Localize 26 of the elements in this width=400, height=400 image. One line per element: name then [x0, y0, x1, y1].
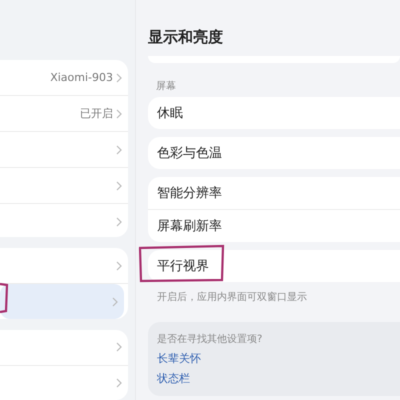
page-title: 显示和亮度 [148, 28, 224, 48]
settings-item[interactable]: 色彩与色温 [148, 137, 400, 169]
suggestion-question: 是否在寻找其他设置项? [157, 332, 264, 346]
chevron-icon [112, 296, 118, 307]
suggestion-link[interactable]: 状态栏 [157, 371, 391, 386]
chevron-icon [116, 378, 122, 388]
suggestion-link[interactable]: 长辈关怀 [157, 351, 391, 366]
settings-item[interactable]: 已开启 [0, 96, 128, 132]
section-label: 屏幕 [156, 80, 177, 93]
settings-item[interactable]: 屏幕刷新率 [148, 210, 400, 242]
settings-item[interactable]: 休眠 [148, 97, 400, 129]
chevron-icon [116, 342, 122, 352]
chevron-icon [116, 180, 122, 190]
chevron-icon [116, 72, 122, 82]
chevron-icon [116, 108, 122, 118]
chevron-icon [116, 260, 122, 271]
chevron-icon [116, 216, 122, 226]
settings-item[interactable]: 智能分辨率 [148, 177, 400, 210]
item-value: Xiaomi-903 [50, 71, 113, 84]
item-value: 已开启 [80, 106, 113, 121]
chevron-icon [116, 144, 122, 154]
settings-item[interactable]: Xiaomi-903 [0, 60, 128, 96]
settings-item[interactable]: 平行视界 [148, 250, 400, 282]
settings-item[interactable] [0, 284, 124, 319]
description-text: 开启后，应用内界面可双窗口显示 [157, 290, 308, 304]
highlight-mark [0, 282, 8, 314]
